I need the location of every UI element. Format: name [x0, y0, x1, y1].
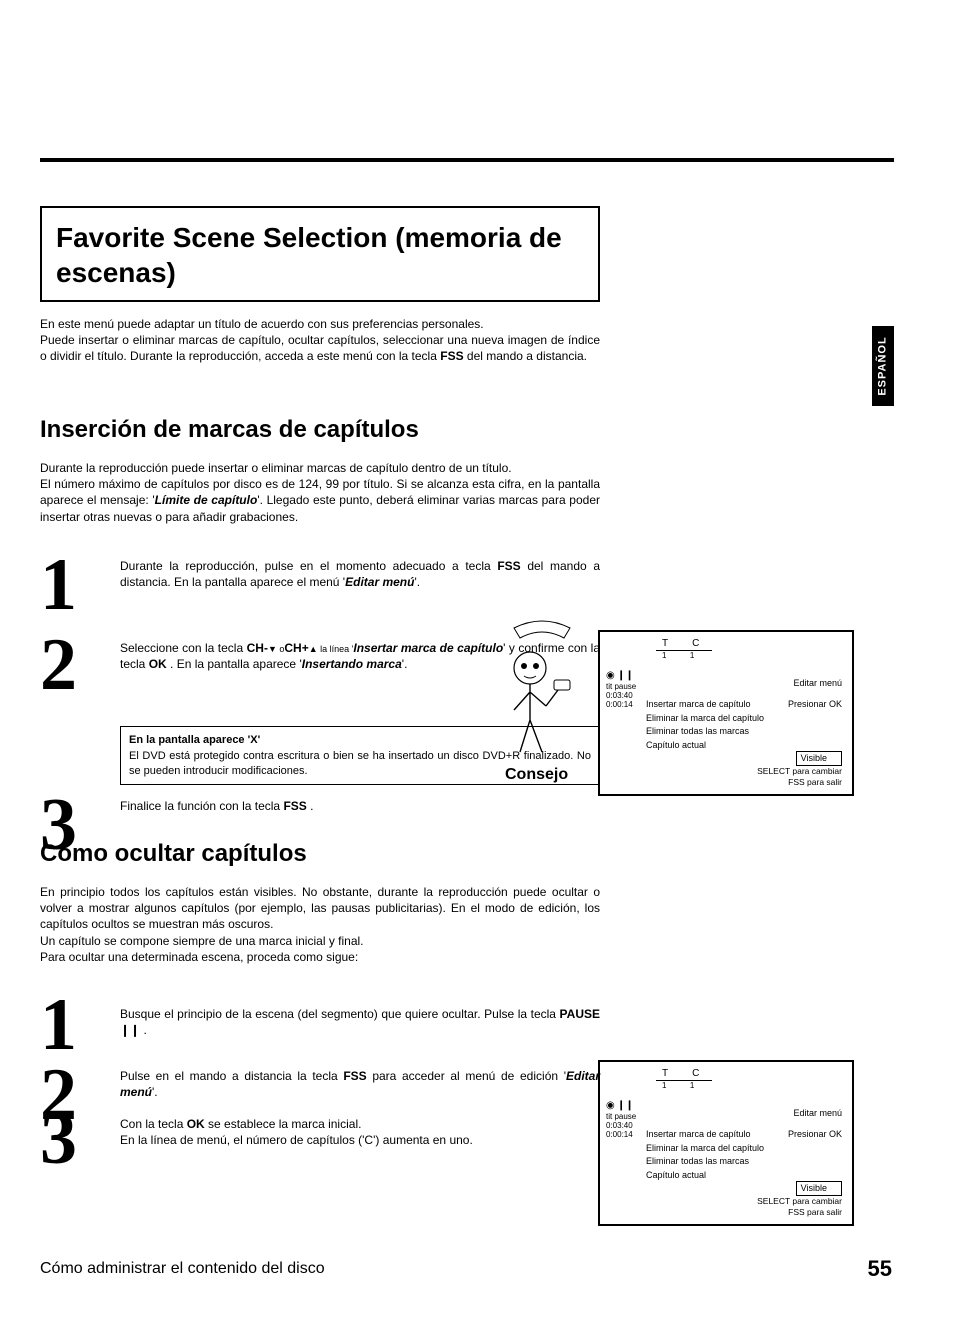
section-title-box: Favorite Scene Selection (memoria de esc… — [40, 206, 600, 302]
osd-menu-items: Insertar marca de capítulo Eliminar la m… — [646, 1128, 764, 1182]
consejo-label: Consejo — [505, 766, 568, 784]
osd-visible-box: Visible — [796, 1181, 842, 1197]
footer-section-title: Cómo administrar el contenido del disco — [40, 1260, 325, 1278]
step-3a-text: Finalice la función con la tecla FSS . — [120, 798, 600, 814]
osd-screenshot-2: TC 11 ◉ ❙❙ tit pause 0:03:40 0:00:14 Edi… — [598, 1060, 854, 1226]
osd-visible-box: Visible — [796, 751, 842, 767]
step-number-1b: 1 — [40, 996, 77, 1055]
top-rule — [40, 158, 894, 162]
language-tab: ESPAÑOL — [872, 326, 894, 406]
intro-fss: FSS — [440, 349, 463, 363]
step-1a-text: Durante la reproducción, pulse en el mom… — [120, 558, 600, 590]
language-tab-label: ESPAÑOL — [877, 336, 889, 395]
osd-bottom-note: SELECT para cambiar FSS para salir — [757, 766, 842, 788]
osd-menu-title: Editar menú — [793, 678, 842, 688]
intro-paragraph: En este menú puede adaptar un título de … — [40, 316, 600, 365]
heading-hide-chapters: Cómo ocultar capítulos — [40, 840, 307, 868]
osd-menu-title: Editar menú — [793, 1108, 842, 1118]
step-2b-text: Pulse en el mando a distancia la tecla F… — [120, 1068, 600, 1100]
intro-line2b: del mando a distancia. — [464, 349, 587, 363]
heading-insert-chapter-marks: Inserción de marcas de capítulos — [40, 416, 419, 444]
hide-chapters-paragraph: En principio todos los capítulos están v… — [40, 884, 600, 965]
osd-left-info: ◉ ❙❙ tit pause 0:03:40 0:00:14 — [606, 670, 636, 709]
osd-screenshot-1: TC 11 ◉ ❙❙ tit pause 0:03:40 0:00:14 Edi… — [598, 630, 854, 796]
para2-text: Durante la reproducción puede insertar o… — [40, 461, 600, 524]
pause-icon: ❙❙ — [617, 670, 634, 681]
intro-line1: En este menú puede adaptar un título de … — [40, 317, 484, 331]
osd-menu-items: Insertar marca de capítulo Eliminar la m… — [646, 698, 764, 752]
step-3b-text: Con la tecla OK se establece la marca in… — [120, 1116, 600, 1148]
cartoon-illustration — [504, 620, 580, 760]
step-number-1a: 1 — [40, 556, 77, 615]
step-1b-text: Busque el principio de la escena (del se… — [120, 1006, 600, 1038]
osd-right-col: Presionar OK Visible — [788, 698, 842, 766]
step-number-2a: 2 — [40, 636, 77, 695]
osd-tc-header: TC 11 — [650, 1068, 842, 1090]
section-title: Favorite Scene Selection (memoria de esc… — [56, 220, 584, 290]
osd-bottom-note: SELECT para cambiar FSS para salir — [757, 1196, 842, 1218]
pause-icon: ❙❙ — [120, 1023, 143, 1037]
osd-left-info: ◉ ❙❙ tit pause 0:03:40 0:00:14 — [606, 1100, 636, 1139]
insert-marks-paragraph: Durante la reproducción puede insertar o… — [40, 460, 600, 525]
page-number: 55 — [868, 1256, 892, 1282]
osd-tc-header: TC 11 — [650, 638, 842, 660]
chevron-up-icon: ▲ la línea ' — [309, 643, 354, 655]
step-number-3b: 3 — [40, 1110, 77, 1169]
chevron-down-icon: ▼ o — [268, 643, 284, 655]
osd-right-col: Presionar OK Visible — [788, 1128, 842, 1196]
pause-icon: ❙❙ — [617, 1100, 634, 1111]
